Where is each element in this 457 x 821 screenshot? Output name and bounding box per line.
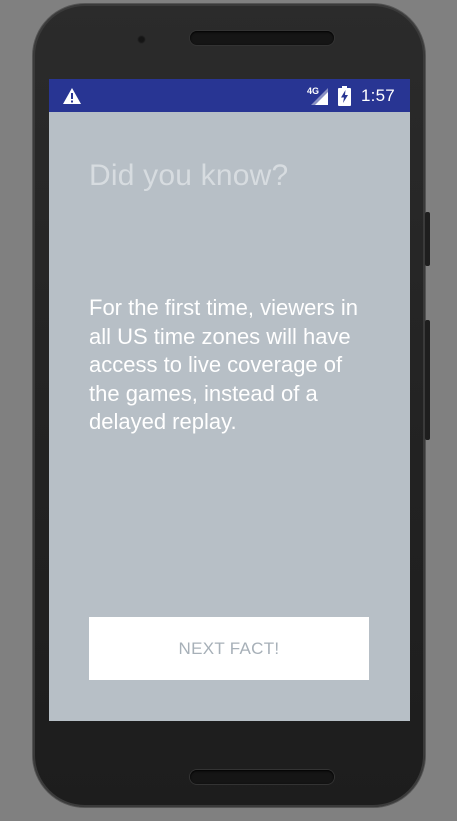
volume-button[interactable] [425, 320, 430, 440]
warning-icon [63, 88, 81, 104]
bottom-speaker [190, 770, 334, 784]
emulator-stage: 4G 1:57 Did you know? For the first time… [0, 0, 457, 821]
status-clock: 1:57 [361, 86, 395, 105]
battery-charging-icon [338, 86, 351, 106]
front-camera [137, 35, 146, 44]
power-button[interactable] [425, 212, 430, 266]
did-you-know-title: Did you know? [89, 159, 289, 192]
status-bar: 4G 1:57 [49, 79, 410, 112]
app-screen: 4G 1:57 Did you know? For the first time… [49, 79, 410, 721]
earpiece-speaker [190, 31, 334, 45]
next-fact-button[interactable]: NEXT FACT! [89, 617, 369, 680]
fact-text: For the first time, viewers in all US ti… [89, 295, 358, 434]
cell-signal-icon [311, 88, 328, 105]
